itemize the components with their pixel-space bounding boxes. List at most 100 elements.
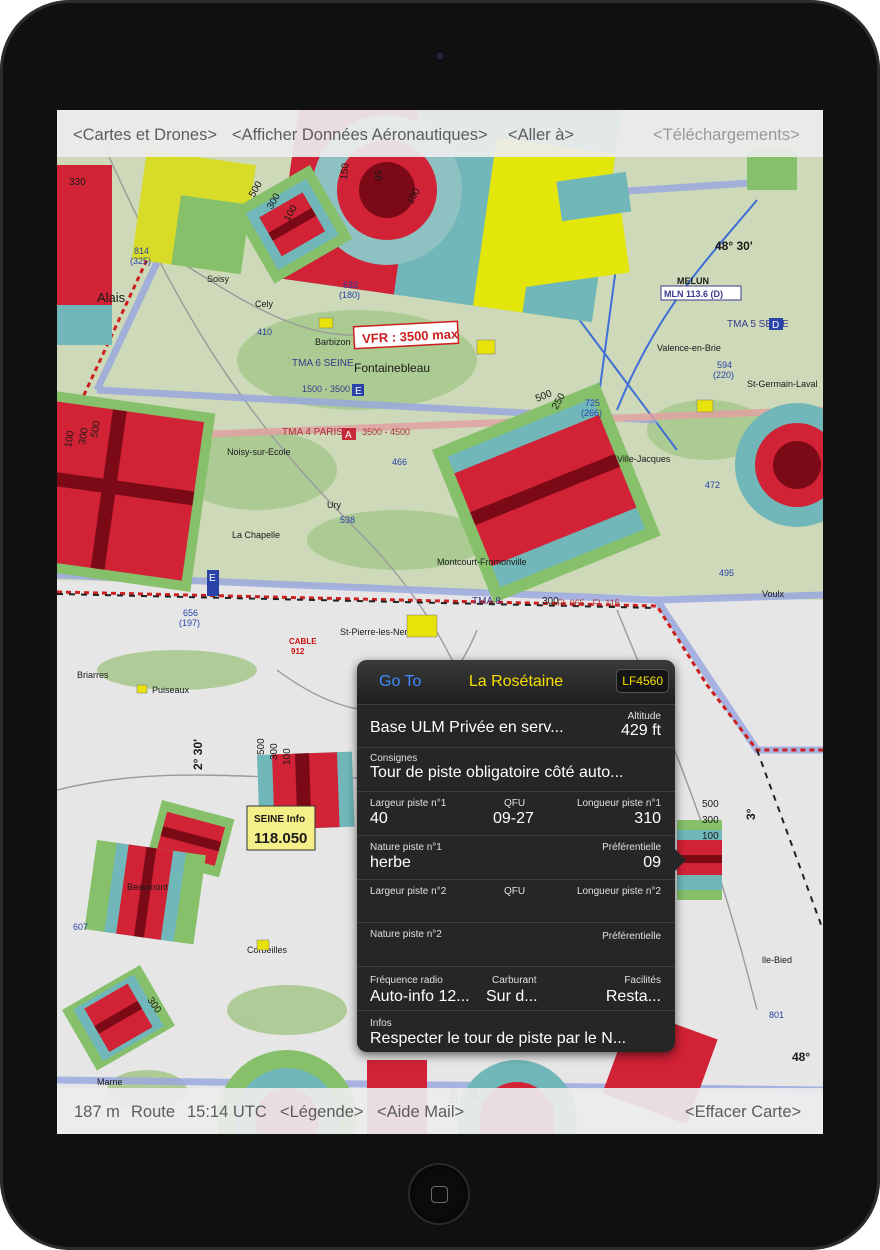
cable-alt-label: 912 (291, 647, 305, 656)
spot-472: 472 (705, 480, 720, 490)
lat-48-label: 48° (792, 1050, 810, 1064)
tma6-label: TMA 6 SEINE (292, 358, 354, 369)
town-noisy: Noisy-sur-Ecole (227, 447, 291, 457)
airfield-info-popover: Go To La Rosétaine LF4560 Base ULM Privé… (357, 660, 675, 1052)
spot-633: 633 (343, 280, 358, 290)
zone-alt-150-top: 150 (339, 162, 351, 180)
distance-readout: 187 m (74, 1103, 120, 1121)
vor-melun: MELUN (677, 276, 709, 286)
fl-label: FL 065 - FL 115 (557, 598, 620, 608)
tma4-label: TMA 4 PARIS (282, 427, 343, 438)
spot-814: 814 (134, 246, 149, 256)
seine-freq-label: 118.050 (254, 830, 307, 847)
pref2-label: Préférentielle (602, 931, 661, 942)
town-bied: lle-Bied (762, 955, 792, 965)
town-st-germain: St-Germain-Laval (747, 379, 818, 389)
vor-mln: MLN 113.6 (D) (664, 289, 723, 299)
spot-466: 466 (392, 457, 407, 467)
zone-alt-50-top: 50 (372, 170, 383, 182)
cartes-drones-button[interactable]: <Cartes et Drones> (73, 126, 217, 145)
town-fontainebleau: Fontainebleau (354, 361, 430, 375)
spot-495: 495 (719, 568, 734, 578)
top-toolbar: <Cartes et Drones> <Afficher Données Aér… (57, 110, 823, 157)
popover-header: Go To La Rosétaine LF4560 (357, 660, 675, 704)
row-piste2-dimensions: Largeur piste n°2 QFU Longueur piste n°2 (357, 879, 675, 922)
home-square-icon (431, 1186, 448, 1203)
cable-label: CABLE (289, 637, 317, 646)
town-barbizon: Barbizon (315, 337, 351, 347)
spot-656: 656 (183, 608, 198, 618)
spot-594: 594 (717, 360, 732, 370)
row-piste1-nature: Nature piste n°1 herbe Préférentielle 09 (357, 835, 675, 879)
aide-mail-button[interactable]: <Aide Mail> (377, 1103, 464, 1122)
spot-801: 801 (769, 1010, 784, 1020)
afficher-donnees-button[interactable]: <Afficher Données Aéronautiques> (232, 126, 488, 145)
longueur2-label: Longueur piste n°2 (576, 886, 661, 897)
spot-180: (180) (339, 290, 360, 300)
town-beaumont: Beaumont (127, 882, 169, 892)
altitude-value: 429 ft (620, 722, 661, 739)
lat-4830-label: 48° 30' (715, 239, 753, 253)
town-voulx: Voulx (762, 589, 785, 599)
home-button[interactable] (410, 1165, 468, 1223)
altitude-label: Altitude (627, 711, 661, 722)
qfu1-value: 09-27 (493, 810, 534, 827)
airspace-class-a: A (345, 430, 352, 441)
freq-value: Auto-info 12... (370, 988, 470, 1005)
town-chapelle: La Chapelle (232, 530, 280, 540)
carburant-label: Carburant (492, 975, 537, 986)
base-description: Base ULM Privée en serv... (370, 719, 564, 736)
spot-220: (220) (713, 370, 734, 380)
town-briarres: Briarres (77, 670, 109, 680)
spot-325: (325) (130, 256, 151, 266)
qfu1-label: QFU (504, 798, 526, 809)
spot-197: (197) (179, 618, 200, 628)
qfu2-label: QFU (504, 886, 526, 897)
infos-value: Respecter le tour de piste par le N... (370, 1030, 627, 1047)
row-piste1-dimensions: Largeur piste n°1 40 QFU 09-27 Longueur … (357, 791, 675, 835)
route-button[interactable]: Route (131, 1103, 175, 1122)
zone-alt-300-right: 300 (702, 815, 719, 826)
row-base: Base ULM Privée en serv... Altitude 429 … (357, 704, 675, 747)
consignes-value: Tour de piste obligatoire côté auto... (370, 764, 624, 781)
spot-607: 607 (73, 922, 88, 932)
largeur1-value: 40 (370, 810, 388, 827)
nature1-label: Nature piste n°1 (370, 842, 442, 853)
aller-a-button[interactable]: <Aller à> (508, 126, 574, 145)
row-infos: Infos Respecter le tour de piste par le … (357, 1010, 675, 1052)
consignes-label: Consignes (370, 753, 418, 764)
zone-alt-300-bottom: 300 (269, 743, 280, 760)
legende-button[interactable]: <Légende> (280, 1103, 364, 1122)
airspace-class-e-2: E (209, 573, 216, 584)
row-radio: Fréquence radio Auto-info 12... Carburan… (357, 966, 675, 1010)
pref1-value: 09 (643, 854, 661, 871)
utc-time: 15:14 UTC (187, 1103, 267, 1121)
freq-label: Fréquence radio (370, 975, 443, 986)
town-marne: Marne (97, 1077, 123, 1087)
town-ville-jacques: Ville-Jacques (617, 454, 671, 464)
altitude-3500-label: 3500 - 4500 (362, 427, 410, 437)
nature2-label: Nature piste n°2 (370, 929, 442, 940)
effacer-carte-button[interactable]: <Effacer Carte> (685, 1103, 801, 1122)
app-screen: VFR : 3500 max Fontainebleau TMA 6 SEINE… (57, 110, 823, 1134)
spot-266: (266) (581, 408, 602, 418)
facilites-label: Facilités (624, 975, 661, 986)
largeur2-label: Largeur piste n°2 (370, 886, 447, 897)
airspace-class-d: D (772, 320, 779, 331)
row-piste2-nature: Nature piste n°2 Préférentielle (357, 922, 675, 966)
facilites-value: Resta... (605, 988, 661, 1005)
zone-alt-100-bottom: 100 (282, 748, 293, 765)
spot-410: 410 (257, 327, 272, 337)
front-camera (434, 50, 446, 62)
zone-alt-500-bottom: 500 (256, 738, 267, 755)
ipad-frame: VFR : 3500 max Fontainebleau TMA 6 SEINE… (0, 0, 880, 1250)
lon-3-label: 3° (744, 808, 758, 820)
spot-538: 538 (340, 515, 355, 525)
town-montcourt: Montcourt-Fromonville (437, 557, 527, 567)
town-puiseaux: Puiseaux (152, 685, 190, 695)
spot-725: 725 (585, 398, 600, 408)
telechargements-button[interactable]: <Téléchargements> (653, 126, 800, 145)
bottom-toolbar: 187 m Route 15:14 UTC <Légende> <Aide Ma… (57, 1088, 823, 1134)
altitude-1500-label: 1500 - 3500 (302, 384, 350, 394)
zone-alt-100-right: 100 (702, 831, 719, 842)
